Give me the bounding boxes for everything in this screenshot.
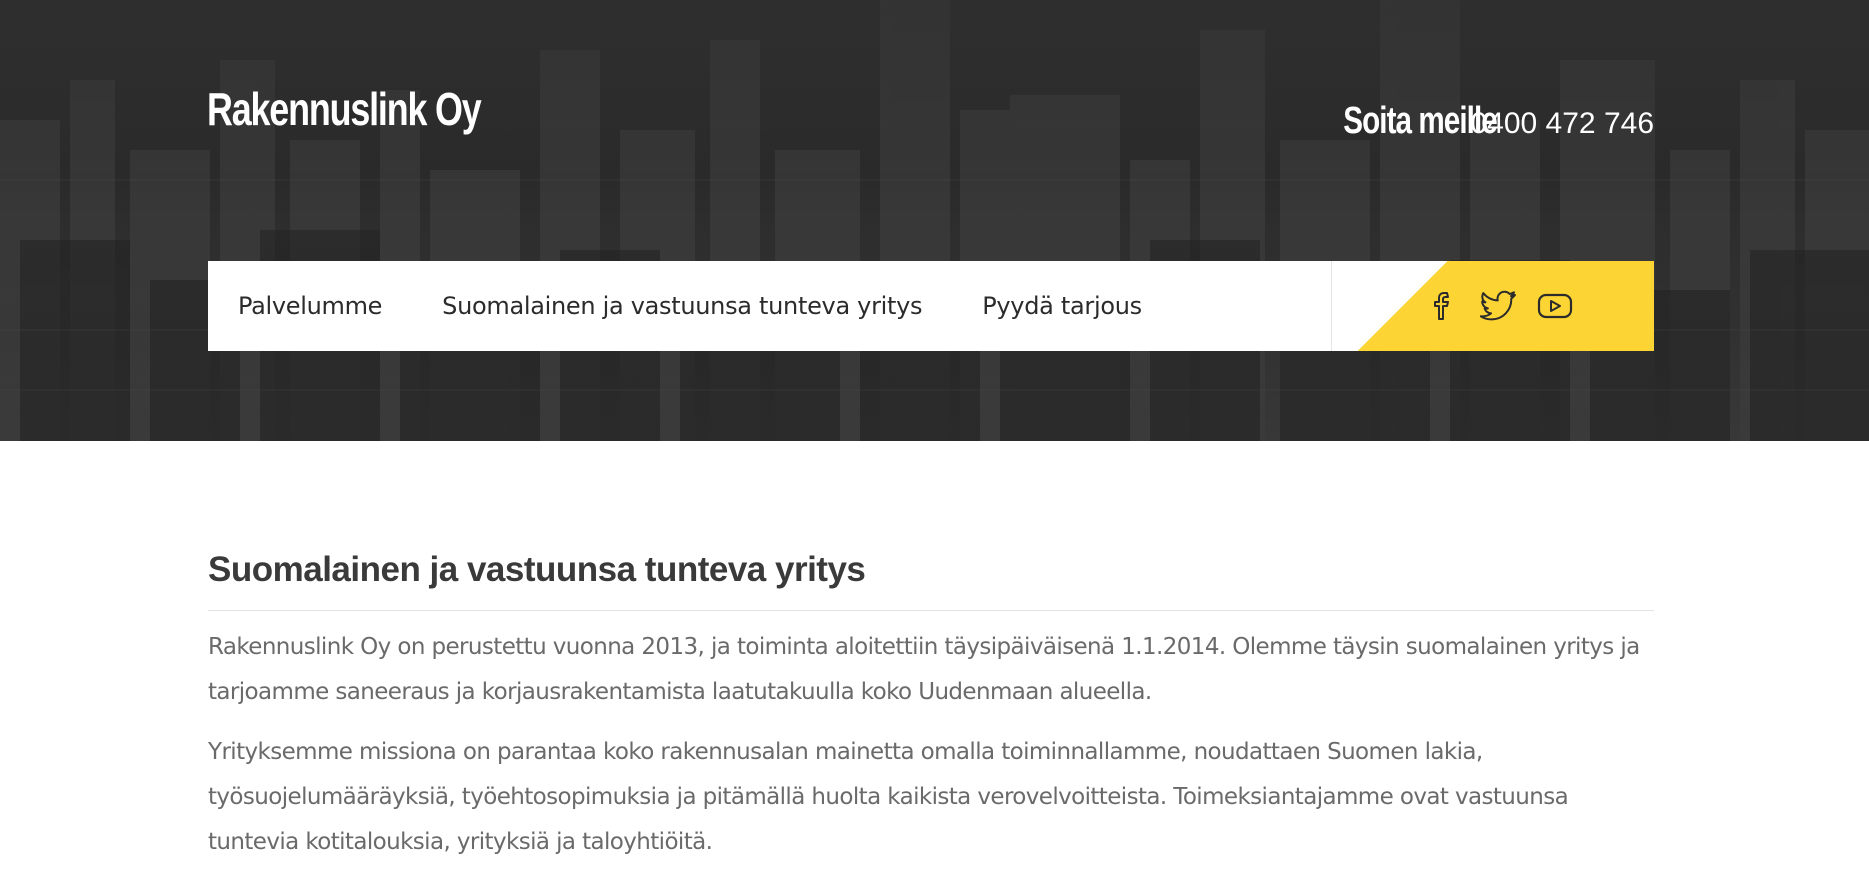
- nav-item-palvelumme[interactable]: Palvelumme: [238, 292, 382, 320]
- youtube-icon[interactable]: [1536, 287, 1574, 325]
- site-logo[interactable]: Rakennuslink Oy: [207, 82, 482, 136]
- social-links: [1331, 261, 1654, 351]
- facebook-icon[interactable]: [1424, 287, 1462, 325]
- phone-number-link[interactable]: 0400 472 746: [1470, 107, 1654, 141]
- twitter-icon[interactable]: [1480, 287, 1518, 325]
- hero-overlay: [0, 0, 1869, 441]
- nav-item-suomalainen-yritys[interactable]: Suomalainen ja vastuunsa tunteva yritys: [442, 292, 922, 320]
- hero-header: Rakennuslink Oy Soita meille 0400 472 74…: [0, 0, 1869, 441]
- intro-paragraph: Rakennuslink Oy on perustettu vuonna 201…: [208, 634, 1640, 705]
- main-navigation: Palvelumme Suomalainen ja vastuunsa tunt…: [208, 261, 1654, 351]
- nav-item-pyyda-tarjous[interactable]: Pyydä tarjous: [982, 292, 1142, 320]
- mission-paragraph: Yrityksemme missiona on parantaa koko ra…: [208, 739, 1569, 855]
- call-us: Soita meille 0400 472 746: [1300, 100, 1654, 143]
- call-label: Soita meille: [1342, 100, 1497, 142]
- main-content: Suomalainen ja vastuunsa tunteva yritys …: [208, 550, 1654, 865]
- nav-links: Palvelumme Suomalainen ja vastuunsa tunt…: [208, 261, 1331, 351]
- page-title: Suomalainen ja vastuunsa tunteva yritys: [208, 550, 1654, 611]
